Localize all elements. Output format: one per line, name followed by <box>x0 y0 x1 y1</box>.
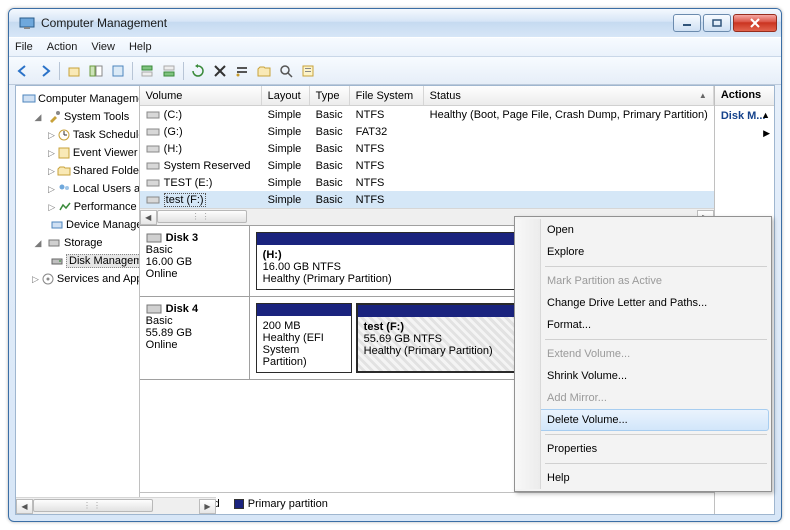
col-type[interactable]: Type <box>310 86 350 105</box>
volume-grid-header: Volume Layout Type File System Status▲ <box>140 86 714 106</box>
volume-row[interactable]: (C:)SimpleBasicNTFSHealthy (Boot, Page F… <box>140 106 714 123</box>
drive-icon <box>146 143 160 155</box>
ctx-delete-volume[interactable]: Delete Volume... <box>517 409 769 431</box>
tree-device-manager[interactable]: Device Manager <box>18 216 137 234</box>
menu-file[interactable]: File <box>15 41 33 53</box>
tree-system-tools[interactable]: ◢System Tools <box>18 108 137 126</box>
help-list-icon[interactable] <box>298 61 318 81</box>
computer-management-window: Computer Management File Action View Hel… <box>8 8 782 522</box>
partition[interactable]: 200 MBHealthy (EFI System Partition) <box>256 303 352 373</box>
maximize-button[interactable] <box>703 14 731 32</box>
menu-action[interactable]: Action <box>47 41 78 53</box>
volume-row[interactable]: (H:)SimpleBasicNTFS <box>140 140 714 157</box>
volume-row[interactable]: (G:)SimpleBasicFAT32 <box>140 123 714 140</box>
computer-icon <box>22 91 36 107</box>
more-actions-icon[interactable]: ▶ <box>763 128 770 139</box>
ctx-help[interactable]: Help <box>517 467 769 489</box>
close-button[interactable] <box>733 14 777 32</box>
disk-icon <box>50 253 64 269</box>
services-icon <box>41 271 55 287</box>
tree-shared-folders[interactable]: ▷Shared Folders <box>18 162 137 180</box>
device-icon <box>50 217 64 233</box>
menu-help[interactable]: Help <box>129 41 152 53</box>
tree-disk-management[interactable]: Disk Management <box>18 252 137 270</box>
tree-storage[interactable]: ◢Storage <box>18 234 137 252</box>
sort-indicator-icon: ▲ <box>699 91 707 100</box>
ctx-open[interactable]: Open <box>517 219 769 241</box>
col-status[interactable]: Status▲ <box>424 86 714 105</box>
storage-icon <box>46 235 62 251</box>
shared-folder-icon <box>57 163 71 179</box>
properties-icon[interactable] <box>108 61 128 81</box>
tree-pane: Computer Management (Local) ◢System Tool… <box>16 86 140 514</box>
ctx-shrink-volume[interactable]: Shrink Volume... <box>517 365 769 387</box>
clock-icon <box>57 127 71 143</box>
volume-grid: (C:)SimpleBasicNTFSHealthy (Boot, Page F… <box>140 106 714 208</box>
tree-h-scrollbar[interactable]: ◀⋮⋮▶ <box>16 497 140 514</box>
tree-services-apps[interactable]: ▷Services and Applications <box>18 270 137 288</box>
view-top-icon[interactable] <box>137 61 157 81</box>
disk-icon <box>146 303 162 315</box>
col-layout[interactable]: Layout <box>262 86 310 105</box>
disk-icon <box>146 232 162 244</box>
ctx-properties[interactable]: Properties <box>517 438 769 460</box>
tree-root[interactable]: Computer Management (Local) <box>18 90 137 108</box>
event-icon <box>57 145 71 161</box>
toolbar <box>9 57 781 85</box>
drive-icon <box>146 160 160 172</box>
disk-info[interactable]: Disk 3 Basic 16.00 GB Online <box>140 226 250 296</box>
ctx-format[interactable]: Format... <box>517 314 769 336</box>
users-icon <box>57 181 71 197</box>
volume-row[interactable]: test (F:)SimpleBasicNTFS <box>140 191 714 208</box>
menu-view[interactable]: View <box>91 41 115 53</box>
tree-task-scheduler[interactable]: ▷Task Scheduler <box>18 126 137 144</box>
tree-performance[interactable]: ▷Performance <box>18 198 137 216</box>
app-icon <box>19 15 35 31</box>
tree-event-viewer[interactable]: ▷Event Viewer <box>18 144 137 162</box>
menubar: File Action View Help <box>9 37 781 57</box>
view-bottom-icon[interactable] <box>159 61 179 81</box>
drive-icon <box>146 109 160 121</box>
up-icon[interactable] <box>64 61 84 81</box>
show-hide-tree-icon[interactable] <box>86 61 106 81</box>
drive-icon <box>146 194 160 206</box>
ctx-mark-active: Mark Partition as Active <box>517 270 769 292</box>
drive-icon <box>146 126 160 138</box>
refresh-icon[interactable] <box>188 61 208 81</box>
client-area: Computer Management (Local) ◢System Tool… <box>15 85 775 515</box>
minimize-button[interactable] <box>673 14 701 32</box>
ctx-extend-volume: Extend Volume... <box>517 343 769 365</box>
ctx-explore[interactable]: Explore <box>517 241 769 263</box>
col-volume[interactable]: Volume <box>140 86 262 105</box>
tree-local-users[interactable]: ▷Local Users and Groups <box>18 180 137 198</box>
window-title: Computer Management <box>41 16 671 30</box>
titlebar[interactable]: Computer Management <box>9 9 781 37</box>
col-filesystem[interactable]: File System <box>350 86 424 105</box>
performance-icon <box>58 199 72 215</box>
actions-header: Actions <box>715 86 774 106</box>
volume-row[interactable]: TEST (E:)SimpleBasicNTFS <box>140 174 714 191</box>
back-icon[interactable] <box>13 61 33 81</box>
forward-icon[interactable] <box>35 61 55 81</box>
open-folder-icon[interactable] <box>254 61 274 81</box>
disk-info[interactable]: Disk 4 Basic 55.89 GB Online <box>140 297 250 379</box>
ctx-add-mirror: Add Mirror... <box>517 387 769 409</box>
tools-icon <box>46 109 62 125</box>
collapse-icon[interactable]: ▲ <box>761 110 770 120</box>
drive-icon <box>146 177 160 189</box>
actions-category[interactable]: Disk M... <box>721 110 766 122</box>
find-icon[interactable] <box>276 61 296 81</box>
ctx-change-drive-letter[interactable]: Change Drive Letter and Paths... <box>517 292 769 314</box>
delete-icon[interactable] <box>210 61 230 81</box>
legend: Unallocated Primary partition <box>140 492 714 514</box>
context-menu: Open Explore Mark Partition as Active Ch… <box>514 216 772 492</box>
volume-row[interactable]: System ReservedSimpleBasicNTFS <box>140 157 714 174</box>
settings-list-icon[interactable] <box>232 61 252 81</box>
